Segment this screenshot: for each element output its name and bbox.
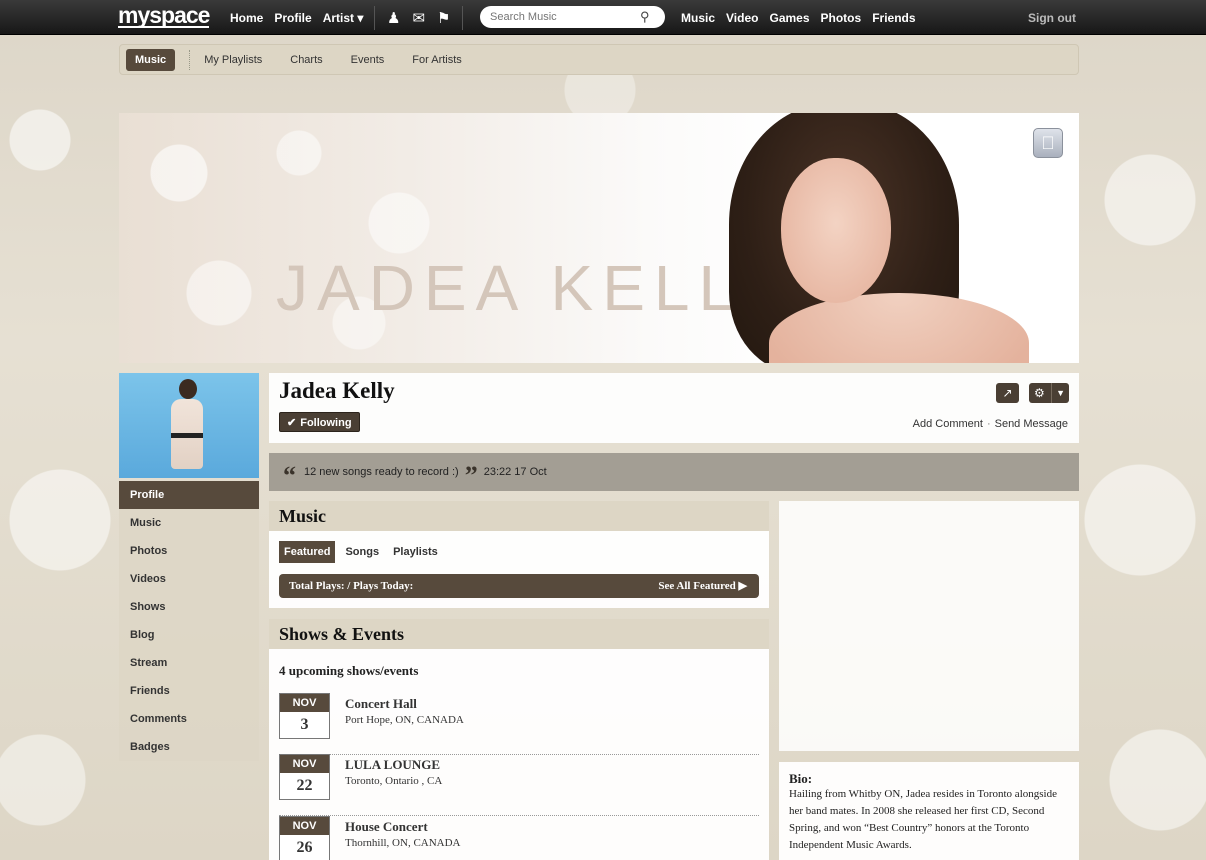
music-subnav: Music My Playlists Charts Events For Art… — [119, 44, 1079, 75]
subnav-music-tab[interactable]: Music — [126, 48, 176, 71]
nav-friends-link[interactable]: Friends — [872, 11, 915, 25]
subnav-events[interactable]: Events — [351, 54, 385, 66]
event-item[interactable]: NOV 22 LULA LOUNGE Toronto, Ontario , CA — [279, 754, 759, 816]
subnav-for-artists[interactable]: For Artists — [412, 54, 462, 66]
event-date: NOV 26 — [279, 816, 330, 860]
see-all-featured-link[interactable]: See All Featured ▶ — [658, 574, 747, 598]
music-panel-title: Music — [269, 501, 769, 531]
event-month: NOV — [280, 694, 329, 712]
nav-games-link[interactable]: Games — [769, 11, 809, 25]
gear-icon: ⚙ — [1034, 386, 1045, 400]
event-date: NOV 3 — [279, 693, 330, 739]
sidebar-item-photos[interactable]: Photos — [119, 537, 259, 565]
following-button[interactable]: ✔ Following — [279, 412, 360, 432]
top-icons: ♟ ✉ ⚑ — [374, 6, 464, 30]
check-icon: ✔ — [287, 417, 297, 429]
event-day: 3 — [300, 716, 309, 733]
nav-photos-link[interactable]: Photos — [821, 11, 862, 25]
sidebar-item-badges[interactable]: Badges — [119, 733, 259, 761]
lace-pattern — [119, 113, 499, 363]
top-nav-left: Home Profile Artist ▾ — [230, 0, 374, 35]
share-button[interactable]: ↗ — [996, 383, 1019, 403]
shows-panel-title: Shows & Events — [269, 619, 769, 649]
event-day: 22 — [296, 777, 313, 794]
tab-songs[interactable]: Songs — [345, 546, 379, 558]
status-timestamp: 23:22 17 Oct — [483, 466, 547, 478]
event-month: NOV — [280, 817, 329, 835]
shows-panel: 4 upcoming shows/events NOV 3 Concert Ha… — [269, 649, 769, 860]
shows-count: 4 upcoming shows/events — [279, 663, 419, 678]
tab-playlists[interactable]: Playlists — [393, 546, 438, 558]
settings-dropdown-button[interactable]: ⚙ ▼ — [1029, 383, 1069, 403]
event-date: NOV 22 — [279, 754, 330, 800]
event-venue[interactable]: LULA LOUNGE — [345, 757, 440, 773]
close-quote-icon: ” — [464, 461, 478, 490]
event-month: NOV — [280, 755, 329, 773]
music-panel: Featured Songs Playlists Total Plays: / … — [269, 531, 769, 608]
myspace-logo[interactable]: myspace — [118, 4, 210, 28]
tab-featured[interactable]: Featured — [279, 541, 336, 563]
plays-bar: Total Plays: / Plays Today: See All Feat… — [279, 574, 759, 598]
search-box: ⚲ — [480, 6, 665, 28]
profile-header: Jadea Kelly ✔ Following ↗ ⚙ ▼ Add Comment… — [269, 373, 1079, 443]
bio-text: Hailing from Whitby ON, Jadea resides in… — [789, 788, 1057, 851]
top-bar: myspace Home Profile Artist ▾ ♟ ✉ ⚑ ⚲ Mu… — [0, 0, 1206, 35]
event-venue[interactable]: Concert Hall — [345, 696, 417, 712]
flag-icon[interactable]: ⚑ — [437, 9, 450, 27]
share-icon: ↗ — [1002, 386, 1013, 400]
sidebar-item-friends[interactable]: Friends — [119, 677, 259, 705]
avatar-figure-head — [179, 379, 197, 399]
sign-out-link[interactable]: Sign out — [1028, 11, 1076, 25]
search-input[interactable] — [490, 11, 640, 23]
sidebar-item-comments[interactable]: Comments — [119, 705, 259, 733]
mail-icon[interactable]: ✉ — [412, 9, 425, 27]
profile-sidebar: Profile Music Photos Videos Shows Blog S… — [119, 481, 259, 761]
status-update: “ 12 new songs ready to record :) ” 23:2… — [269, 453, 1079, 491]
open-quote-icon: “ — [283, 461, 296, 490]
event-venue[interactable]: House Concert — [345, 819, 428, 835]
chevron-down-icon: ▼ — [1051, 383, 1065, 403]
nav-music-link[interactable]: Music — [681, 11, 715, 25]
nav-artist-dropdown[interactable]: Artist ▾ — [323, 11, 364, 25]
banner-portrait — [709, 113, 1079, 363]
status-text: 12 new songs ready to record :) — [304, 466, 459, 478]
event-location: Port Hope, ON, CANADA — [345, 714, 464, 726]
bio-panel: Bio: Hailing from Whitby ON, Jadea resid… — [779, 762, 1079, 860]
search-icon[interactable]: ⚲ — [640, 9, 650, 25]
following-label: Following — [300, 417, 352, 429]
person-icon[interactable]: ♟ — [387, 9, 400, 27]
event-item[interactable]: NOV 26 House Concert Thornhill, ON, CANA… — [279, 816, 759, 860]
sidebar-item-stream[interactable]: Stream — [119, 649, 259, 677]
event-location: Thornhill, ON, CANADA — [345, 837, 461, 849]
ad-placeholder — [779, 501, 1079, 751]
event-item[interactable]: NOV 3 Concert Hall Port Hope, ON, CANADA — [279, 693, 759, 755]
profile-name: Jadea Kelly — [279, 378, 395, 403]
sidebar-item-shows[interactable]: Shows — [119, 593, 259, 621]
bio-label: Bio: — [789, 771, 813, 786]
top-nav-right: Music Video Games Photos Friends — [681, 0, 927, 35]
subnav-divider — [189, 49, 191, 70]
profile-action-links: Add Comment · Send Message — [913, 418, 1068, 430]
nav-video-link[interactable]: Video — [726, 11, 758, 25]
event-location: Toronto, Ontario , CA — [345, 775, 443, 787]
nav-profile-link[interactable]: Profile — [274, 11, 311, 25]
subnav-my-playlists[interactable]: My Playlists — [204, 54, 262, 66]
profile-avatar[interactable] — [119, 373, 259, 478]
send-message-link[interactable]: Send Message — [995, 418, 1068, 430]
portrait-face — [781, 158, 891, 303]
sidebar-item-profile[interactable]: Profile — [119, 481, 259, 509]
apple-icon[interactable]:  — [1033, 128, 1063, 158]
total-plays-label: Total Plays: / Plays Today: — [289, 580, 414, 592]
profile-banner: JADEA KELLY  — [119, 113, 1079, 363]
music-tabs: Featured Songs Playlists — [279, 541, 452, 563]
avatar-figure-belt — [171, 433, 203, 438]
sidebar-item-videos[interactable]: Videos — [119, 565, 259, 593]
sidebar-item-music[interactable]: Music — [119, 509, 259, 537]
link-separator: · — [986, 418, 991, 430]
add-comment-link[interactable]: Add Comment — [913, 418, 983, 430]
nav-home-link[interactable]: Home — [230, 11, 263, 25]
sidebar-item-blog[interactable]: Blog — [119, 621, 259, 649]
subnav-charts[interactable]: Charts — [290, 54, 322, 66]
event-day: 26 — [296, 839, 313, 856]
